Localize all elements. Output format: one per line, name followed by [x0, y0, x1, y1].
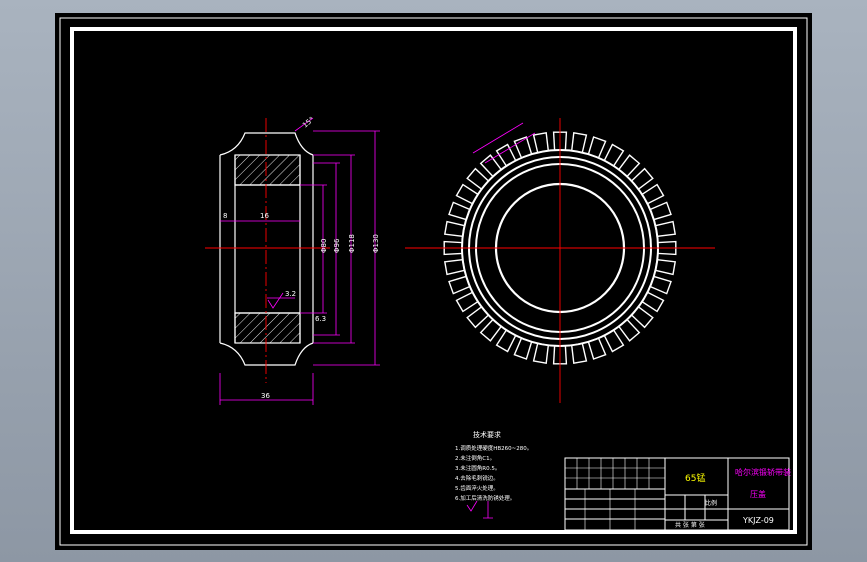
scale-label: 比例 [705, 499, 717, 507]
tech-item: 6.加工后清洗防锈处理。 [455, 494, 515, 502]
gear-tooth [466, 305, 490, 329]
gear-tooth [630, 305, 654, 329]
dim-angle: 15° [301, 115, 316, 129]
roughness-symbol [267, 292, 284, 309]
gear-tooth [532, 342, 550, 365]
gear-tooth [532, 131, 550, 154]
material-label: 65锰 [685, 472, 705, 484]
gear-tooth [443, 258, 466, 276]
gear-tooth [654, 220, 677, 238]
gear-tooth [630, 167, 654, 191]
tech-item: 4.去除毛刺锐边。 [455, 474, 499, 482]
section-view [219, 132, 314, 366]
hatch-top [234, 154, 301, 186]
tech-requirements: 技术要求 1.调质处理硬度HB260~280。 2.未注倒角C1。 3.未注圆角… [455, 430, 532, 502]
cad-viewport[interactable]: Φ130 Φ118 Φ96 Φ80 36 16 8 15° 3.2 6.3 技术… [55, 13, 812, 550]
dim-rough1: 3.2 [285, 290, 296, 298]
part-name: 压盖 [750, 489, 766, 499]
drawing-title: 哈尔滨锻轿带装 [735, 467, 791, 477]
gear-tooth [466, 167, 490, 191]
gear-tooth [617, 318, 641, 342]
dim-d4: Φ80 [320, 239, 328, 253]
dim-width: 36 [261, 392, 270, 400]
dim-d1: Φ130 [372, 234, 380, 253]
dim-d3: Φ96 [333, 238, 341, 253]
gear-tooth [570, 342, 588, 365]
sheet-outer-border [59, 17, 808, 546]
tech-item: 5.齿面淬火处理。 [455, 484, 499, 492]
gear-tooth [443, 220, 466, 238]
drawing-sheet: Φ130 Φ118 Φ96 Φ80 36 16 8 15° 3.2 6.3 技术… [59, 17, 808, 546]
hatch-bottom [234, 312, 301, 344]
tech-item: 2.未注倒角C1。 [455, 454, 495, 462]
sheet-label: 共 张 第 张 [675, 521, 705, 529]
tech-heading: 技术要求 [473, 430, 501, 439]
dim-rough2: 6.3 [315, 315, 326, 323]
tech-item: 3.未注圆角R0.5。 [455, 464, 500, 472]
dim-hub: 16 [260, 212, 269, 220]
tech-symbols [466, 500, 493, 519]
gear-tooth [479, 318, 503, 342]
gear-tooth [570, 131, 588, 154]
tech-item: 1.调质处理硬度HB260~280。 [455, 444, 532, 452]
drawing-number: YKJZ-09 [742, 516, 774, 525]
sheet-inner-border [70, 27, 797, 534]
gear-tooth [617, 154, 641, 178]
gear-tooth [479, 154, 503, 178]
dim-left-small: 8 [223, 212, 227, 220]
gear-tooth [654, 258, 677, 276]
dim-d2: Φ118 [348, 234, 356, 253]
